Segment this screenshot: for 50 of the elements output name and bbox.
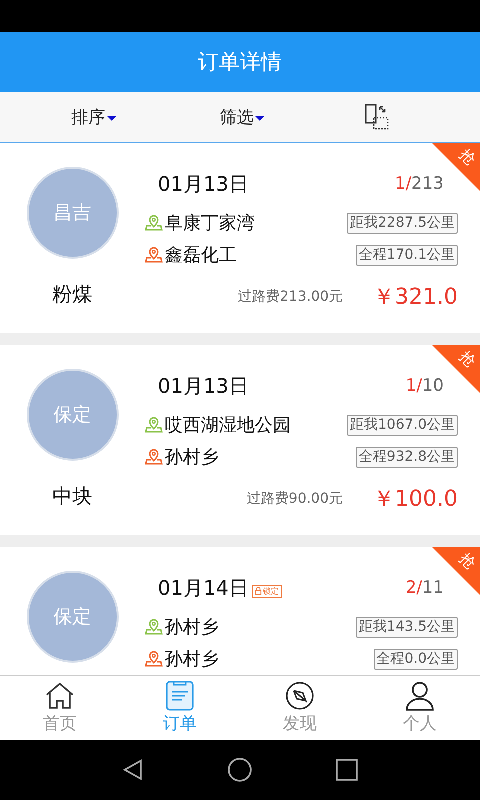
compass-icon — [284, 681, 316, 711]
origin-location: 哎西湖湿地公园 — [145, 413, 291, 437]
page-title: 订单详情 — [198, 49, 282, 76]
nav-tab[interactable]: 个人 — [360, 676, 480, 740]
city-avatar: 保定 — [26, 571, 118, 663]
toll-fee: 过路费90.00元 — [246, 490, 344, 508]
sort-dropdown[interactable]: 排序 — [68, 102, 121, 132]
toll-fee: 过路费213.00元 — [238, 288, 344, 306]
origin-location: 阜康丁家湾 — [145, 211, 255, 235]
pin-icon — [145, 650, 163, 668]
caret-icon — [106, 116, 117, 120]
lock-badge: 锁定 — [252, 584, 282, 598]
person-icon — [404, 681, 436, 711]
route-tag: 全程0.0公里 — [374, 648, 458, 670]
pin-icon — [145, 214, 163, 232]
order-date: 01月13日 — [158, 372, 249, 400]
back-icon[interactable] — [121, 758, 145, 782]
order-card[interactable]: 保定 01月14日 锁定 2/11 孙村乡 距我143.5公里 孙村乡 全程0.0公里 抢 — [0, 547, 480, 675]
order-date: 01月14日 — [158, 574, 249, 602]
price: ￥321.0 — [373, 284, 458, 312]
distance-tag: 距我1067.0公里 — [347, 414, 458, 436]
pin-icon — [145, 416, 163, 434]
destination-location: 孙村乡 — [145, 647, 219, 671]
nav-tab[interactable]: 订单 — [120, 676, 240, 740]
route-tag: 全程932.8公里 — [356, 446, 458, 468]
order-card[interactable]: 保定 中块 01月13日 1/10 哎西湖湿地公园 距我1067.0公里 孙村乡 全程932.8公里 过路费90.00元 ￥100.0 抢 — [0, 345, 480, 535]
recent-apps-icon[interactable] — [335, 758, 359, 782]
pin-icon — [145, 448, 163, 466]
filter-dropdown[interactable]: 筛选 — [216, 102, 269, 132]
distance-tag: 距我2287.5公里 — [347, 212, 458, 234]
pin-icon — [145, 618, 163, 636]
city-avatar: 昌吉 — [26, 167, 118, 259]
cargo-name: 中块 — [52, 483, 92, 510]
nav-tab[interactable]: 发现 — [240, 676, 360, 740]
destination-location: 鑫磊化工 — [145, 243, 237, 267]
home-button-icon[interactable] — [227, 757, 253, 783]
document-icon — [164, 681, 196, 711]
distance-tag: 距我143.5公里 — [356, 616, 458, 638]
destination-location: 孙村乡 — [145, 445, 219, 469]
caret-icon — [254, 116, 265, 120]
home-icon — [44, 681, 76, 711]
cargo-name: 粉煤 — [52, 281, 92, 308]
price: ￥100.0 — [373, 486, 458, 514]
route-tag: 全程170.1公里 — [356, 244, 458, 266]
order-card[interactable]: 昌吉 粉煤 01月13日 1/213 阜康丁家湾 距我2287.5公里 鑫磊化工 全程170.1公里 过路费213.00元 ￥321.0 抢 — [0, 143, 480, 333]
origin-location: 孙村乡 — [145, 615, 219, 639]
pin-icon — [145, 246, 163, 264]
nav-tab[interactable]: 首页 — [0, 676, 120, 740]
order-date: 01月13日 — [158, 170, 249, 198]
city-avatar: 保定 — [26, 369, 118, 461]
